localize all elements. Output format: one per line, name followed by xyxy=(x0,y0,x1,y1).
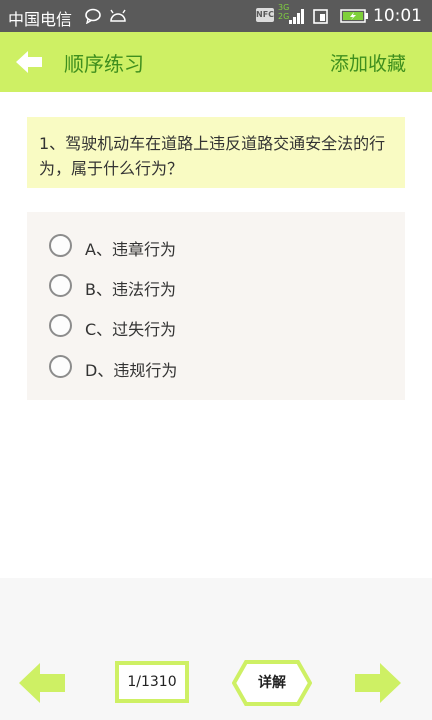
nfc-icon: NFC xyxy=(256,8,274,22)
status-bar: 中国电信 NFC 3G 2G 10:01 xyxy=(0,0,432,32)
chat-bubble-icon xyxy=(85,8,101,24)
radio-icon[interactable] xyxy=(49,234,72,257)
radio-icon[interactable] xyxy=(49,274,72,297)
previous-arrow-icon[interactable] xyxy=(18,662,66,704)
signal-icon xyxy=(289,9,304,24)
back-arrow-icon[interactable] xyxy=(14,48,44,76)
detail-button[interactable]: 详解 xyxy=(232,660,312,706)
radio-icon[interactable] xyxy=(49,355,72,378)
option-label: C、过失行为 xyxy=(85,320,177,339)
option-d[interactable]: D、违规行为 xyxy=(49,353,379,383)
option-label: B、违法行为 xyxy=(85,280,176,299)
page-title: 顺序练习 xyxy=(64,52,144,76)
question-text: 1、驾驶机动车在道路上违反道路交通安全法的行为，属于什么行为？ xyxy=(27,117,405,188)
next-arrow-icon[interactable] xyxy=(354,662,402,704)
add-favorite-button[interactable]: 添加收藏 xyxy=(330,49,406,76)
option-b[interactable]: B、违法行为 xyxy=(49,272,379,302)
option-label: A、违章行为 xyxy=(85,240,176,259)
sim-icon xyxy=(313,9,328,24)
answer-options: A、违章行为 B、违法行为 C、过失行为 D、违规行为 xyxy=(27,212,405,400)
question-counter: 1/1310 xyxy=(115,661,189,703)
carrier-name: 中国电信 xyxy=(8,10,73,29)
clock: 10:01 xyxy=(373,6,422,26)
option-c[interactable]: C、过失行为 xyxy=(49,312,379,342)
app-header: 顺序练习 添加收藏 xyxy=(0,32,432,92)
option-label: D、违规行为 xyxy=(85,361,178,380)
option-a[interactable]: A、违章行为 xyxy=(49,232,379,262)
battery-icon xyxy=(340,9,368,23)
android-icon xyxy=(110,9,126,22)
radio-icon[interactable] xyxy=(49,314,72,337)
